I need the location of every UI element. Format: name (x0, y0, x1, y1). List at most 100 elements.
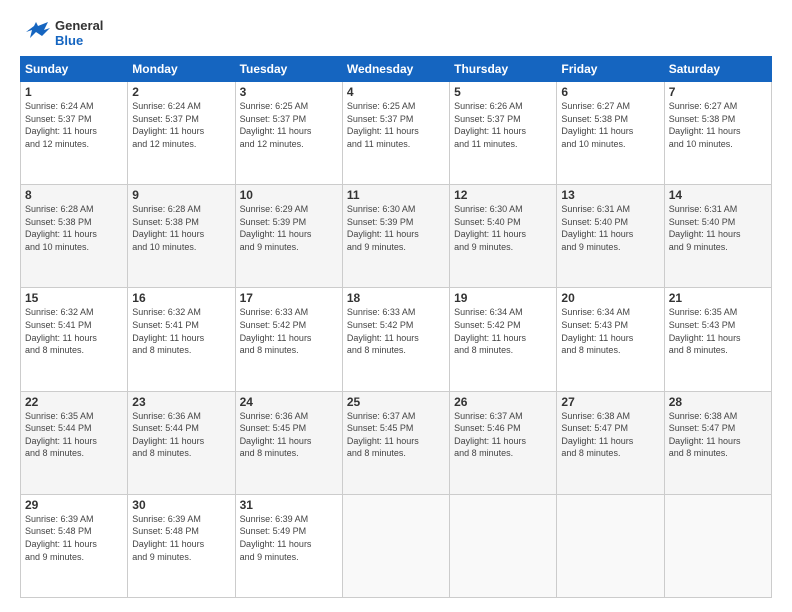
day-info: Sunrise: 6:36 AM Sunset: 5:44 PM Dayligh… (132, 410, 230, 460)
day-number: 12 (454, 188, 552, 202)
day-info: Sunrise: 6:25 AM Sunset: 5:37 PM Dayligh… (347, 100, 445, 150)
day-number: 20 (561, 291, 659, 305)
calendar-cell: 16Sunrise: 6:32 AM Sunset: 5:41 PM Dayli… (128, 288, 235, 391)
day-info: Sunrise: 6:33 AM Sunset: 5:42 PM Dayligh… (347, 306, 445, 356)
calendar-cell: 25Sunrise: 6:37 AM Sunset: 5:45 PM Dayli… (342, 391, 449, 494)
day-number: 29 (25, 498, 123, 512)
logo-bird-icon (20, 18, 52, 50)
day-number: 5 (454, 85, 552, 99)
day-info: Sunrise: 6:33 AM Sunset: 5:42 PM Dayligh… (240, 306, 338, 356)
calendar-cell: 4Sunrise: 6:25 AM Sunset: 5:37 PM Daylig… (342, 82, 449, 185)
calendar-cell: 8Sunrise: 6:28 AM Sunset: 5:38 PM Daylig… (21, 185, 128, 288)
day-info: Sunrise: 6:24 AM Sunset: 5:37 PM Dayligh… (132, 100, 230, 150)
day-info: Sunrise: 6:38 AM Sunset: 5:47 PM Dayligh… (561, 410, 659, 460)
calendar-table: Sunday Monday Tuesday Wednesday Thursday… (20, 56, 772, 598)
calendar-cell: 11Sunrise: 6:30 AM Sunset: 5:39 PM Dayli… (342, 185, 449, 288)
day-number: 17 (240, 291, 338, 305)
day-number: 10 (240, 188, 338, 202)
col-wednesday: Wednesday (342, 57, 449, 82)
calendar-cell: 26Sunrise: 6:37 AM Sunset: 5:46 PM Dayli… (450, 391, 557, 494)
calendar-cell: 10Sunrise: 6:29 AM Sunset: 5:39 PM Dayli… (235, 185, 342, 288)
day-info: Sunrise: 6:29 AM Sunset: 5:39 PM Dayligh… (240, 203, 338, 253)
day-info: Sunrise: 6:36 AM Sunset: 5:45 PM Dayligh… (240, 410, 338, 460)
day-number: 15 (25, 291, 123, 305)
col-friday: Friday (557, 57, 664, 82)
day-number: 31 (240, 498, 338, 512)
logo-general-text: General (55, 19, 103, 34)
calendar-cell: 19Sunrise: 6:34 AM Sunset: 5:42 PM Dayli… (450, 288, 557, 391)
day-info: Sunrise: 6:28 AM Sunset: 5:38 PM Dayligh… (132, 203, 230, 253)
day-number: 3 (240, 85, 338, 99)
day-number: 14 (669, 188, 767, 202)
day-number: 7 (669, 85, 767, 99)
header: General Blue (20, 18, 772, 50)
calendar-cell: 13Sunrise: 6:31 AM Sunset: 5:40 PM Dayli… (557, 185, 664, 288)
calendar-cell: 20Sunrise: 6:34 AM Sunset: 5:43 PM Dayli… (557, 288, 664, 391)
day-number: 6 (561, 85, 659, 99)
calendar-cell: 27Sunrise: 6:38 AM Sunset: 5:47 PM Dayli… (557, 391, 664, 494)
day-number: 1 (25, 85, 123, 99)
col-sunday: Sunday (21, 57, 128, 82)
calendar-cell: 17Sunrise: 6:33 AM Sunset: 5:42 PM Dayli… (235, 288, 342, 391)
calendar-cell: 28Sunrise: 6:38 AM Sunset: 5:47 PM Dayli… (664, 391, 771, 494)
col-tuesday: Tuesday (235, 57, 342, 82)
calendar-cell: 22Sunrise: 6:35 AM Sunset: 5:44 PM Dayli… (21, 391, 128, 494)
day-number: 30 (132, 498, 230, 512)
calendar-cell (450, 494, 557, 597)
day-info: Sunrise: 6:39 AM Sunset: 5:49 PM Dayligh… (240, 513, 338, 563)
day-info: Sunrise: 6:35 AM Sunset: 5:43 PM Dayligh… (669, 306, 767, 356)
logo: General Blue (20, 18, 103, 50)
calendar-cell: 23Sunrise: 6:36 AM Sunset: 5:44 PM Dayli… (128, 391, 235, 494)
day-info: Sunrise: 6:38 AM Sunset: 5:47 PM Dayligh… (669, 410, 767, 460)
day-number: 2 (132, 85, 230, 99)
day-info: Sunrise: 6:35 AM Sunset: 5:44 PM Dayligh… (25, 410, 123, 460)
calendar-cell: 15Sunrise: 6:32 AM Sunset: 5:41 PM Dayli… (21, 288, 128, 391)
day-info: Sunrise: 6:37 AM Sunset: 5:46 PM Dayligh… (454, 410, 552, 460)
day-info: Sunrise: 6:28 AM Sunset: 5:38 PM Dayligh… (25, 203, 123, 253)
calendar-row: 22Sunrise: 6:35 AM Sunset: 5:44 PM Dayli… (21, 391, 772, 494)
day-number: 4 (347, 85, 445, 99)
day-info: Sunrise: 6:31 AM Sunset: 5:40 PM Dayligh… (669, 203, 767, 253)
day-number: 26 (454, 395, 552, 409)
day-info: Sunrise: 6:34 AM Sunset: 5:42 PM Dayligh… (454, 306, 552, 356)
day-info: Sunrise: 6:24 AM Sunset: 5:37 PM Dayligh… (25, 100, 123, 150)
calendar-cell: 18Sunrise: 6:33 AM Sunset: 5:42 PM Dayli… (342, 288, 449, 391)
day-info: Sunrise: 6:37 AM Sunset: 5:45 PM Dayligh… (347, 410, 445, 460)
calendar-cell (557, 494, 664, 597)
calendar-row: 29Sunrise: 6:39 AM Sunset: 5:48 PM Dayli… (21, 494, 772, 597)
day-number: 25 (347, 395, 445, 409)
day-info: Sunrise: 6:30 AM Sunset: 5:40 PM Dayligh… (454, 203, 552, 253)
col-thursday: Thursday (450, 57, 557, 82)
day-info: Sunrise: 6:27 AM Sunset: 5:38 PM Dayligh… (561, 100, 659, 150)
calendar-cell: 2Sunrise: 6:24 AM Sunset: 5:37 PM Daylig… (128, 82, 235, 185)
calendar-cell: 3Sunrise: 6:25 AM Sunset: 5:37 PM Daylig… (235, 82, 342, 185)
day-number: 11 (347, 188, 445, 202)
day-number: 13 (561, 188, 659, 202)
day-number: 8 (25, 188, 123, 202)
calendar-cell: 5Sunrise: 6:26 AM Sunset: 5:37 PM Daylig… (450, 82, 557, 185)
calendar-cell: 9Sunrise: 6:28 AM Sunset: 5:38 PM Daylig… (128, 185, 235, 288)
day-number: 16 (132, 291, 230, 305)
calendar-row: 15 Sunrise: 6:32 AM Sunset: 5:41 PM Dayli… (21, 288, 772, 391)
calendar-cell: 30Sunrise: 6:39 AM Sunset: 5:48 PM Dayli… (128, 494, 235, 597)
day-number: 27 (561, 395, 659, 409)
calendar-row: 1Sunrise: 6:24 AM Sunset: 5:37 PM Daylig… (21, 82, 772, 185)
day-number: 18 (347, 291, 445, 305)
day-info: Sunrise: 6:39 AM Sunset: 5:48 PM Dayligh… (25, 513, 123, 563)
calendar-cell: 1Sunrise: 6:24 AM Sunset: 5:37 PM Daylig… (21, 82, 128, 185)
calendar-cell: 24Sunrise: 6:36 AM Sunset: 5:45 PM Dayli… (235, 391, 342, 494)
day-info: Sunrise: 6:39 AM Sunset: 5:48 PM Dayligh… (132, 513, 230, 563)
calendar-header-row: Sunday Monday Tuesday Wednesday Thursday… (21, 57, 772, 82)
day-number: 22 (25, 395, 123, 409)
calendar-cell: 29Sunrise: 6:39 AM Sunset: 5:48 PM Dayli… (21, 494, 128, 597)
page: General Blue Sunday Monday Tuesday Wedne… (0, 0, 792, 612)
calendar-row: 8Sunrise: 6:28 AM Sunset: 5:38 PM Daylig… (21, 185, 772, 288)
col-monday: Monday (128, 57, 235, 82)
logo-blue-text: Blue (55, 34, 103, 49)
col-saturday: Saturday (664, 57, 771, 82)
day-number: 23 (132, 395, 230, 409)
day-info: Sunrise: 6:32 AM Sunset: 5:41 PM Dayligh… (132, 306, 230, 356)
day-info: Sunrise: 6:26 AM Sunset: 5:37 PM Dayligh… (454, 100, 552, 150)
day-info: Sunrise: 6:34 AM Sunset: 5:43 PM Dayligh… (561, 306, 659, 356)
day-number: 24 (240, 395, 338, 409)
